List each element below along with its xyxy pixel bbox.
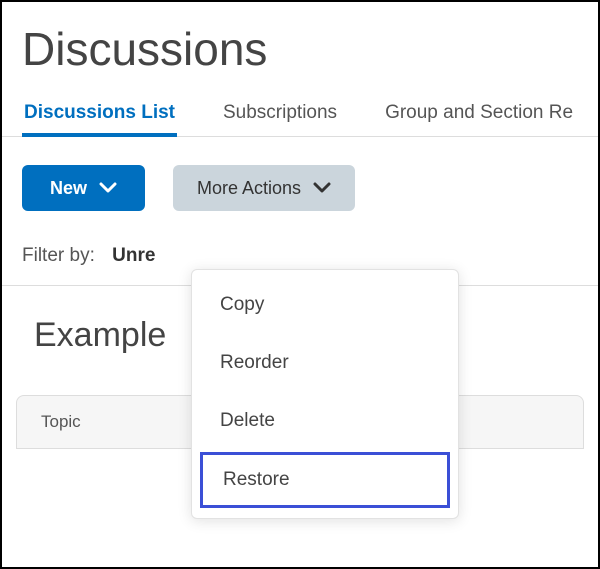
more-actions-menu: Copy Reorder Delete Restore [191, 269, 459, 519]
menu-item-copy[interactable]: Copy [192, 276, 458, 334]
table-column-topic: Topic [41, 412, 81, 431]
menu-item-delete[interactable]: Delete [192, 392, 458, 450]
filter-value-unread[interactable]: Unre [112, 245, 155, 266]
chevron-down-icon [99, 178, 117, 199]
tab-subscriptions[interactable]: Subscriptions [221, 94, 339, 136]
more-actions-label: More Actions [197, 178, 301, 199]
chevron-down-icon [313, 178, 331, 199]
new-button[interactable]: New [22, 165, 145, 211]
more-actions-button[interactable]: More Actions [173, 165, 355, 211]
tab-discussions-list[interactable]: Discussions List [22, 94, 177, 136]
menu-item-restore[interactable]: Restore [200, 452, 450, 508]
menu-item-reorder[interactable]: Reorder [192, 334, 458, 392]
tab-group-section[interactable]: Group and Section Re [383, 94, 575, 136]
new-button-label: New [50, 178, 87, 199]
page-title: Discussions [2, 2, 598, 94]
toolbar: New More Actions [2, 137, 598, 239]
filter-label: Filter by: [22, 245, 95, 266]
tabs-bar: Discussions List Subscriptions Group and… [2, 94, 598, 137]
